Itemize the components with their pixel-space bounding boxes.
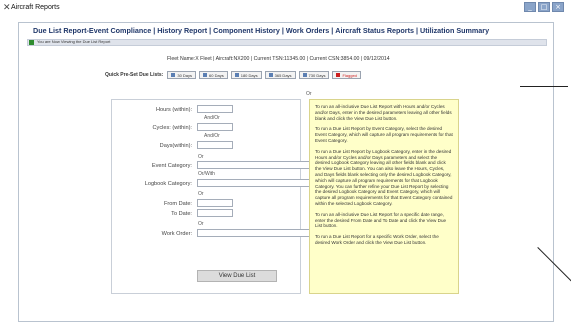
preset-button-label: 30 Days bbox=[177, 72, 193, 78]
preset-365-days-button[interactable]: 365 Days bbox=[264, 71, 296, 79]
preset-730-days-button[interactable]: 730 Days bbox=[298, 71, 330, 79]
nav-separator: | bbox=[209, 25, 212, 35]
help-panel: To run an all-inclusive Due List Report … bbox=[309, 99, 459, 294]
andor-text: And/Or bbox=[204, 115, 220, 121]
report-nav: Due List Report-Event Compliance | Histo… bbox=[19, 23, 553, 37]
callout-line bbox=[520, 86, 568, 87]
view-due-list-button[interactable]: View Due List bbox=[197, 270, 277, 282]
help-paragraph: To run an all-inclusive Due List Report … bbox=[315, 211, 447, 229]
help-paragraph: To run an all-inclusive Due List Report … bbox=[315, 104, 452, 121]
days-label: Days(within): bbox=[159, 143, 192, 149]
status-icon bbox=[29, 40, 34, 45]
preset-button-label: Flagged bbox=[342, 72, 357, 78]
report-frame: Due List Report-Event Compliance | Histo… bbox=[18, 22, 554, 322]
preset-label: Quick Pre-Set Due Lists: bbox=[105, 72, 164, 78]
preset-button-label: 180 Days bbox=[240, 72, 258, 78]
work-order-label: Work Order: bbox=[161, 231, 192, 237]
preset-row: Quick Pre-Set Due Lists: 30 Days 60 Days… bbox=[105, 70, 364, 80]
filter-form: Hours (within): And/Or Cycles: (within):… bbox=[111, 99, 323, 294]
nav-separator: | bbox=[415, 25, 418, 35]
window-close-button[interactable]: × bbox=[552, 2, 564, 12]
minimize-button[interactable]: _ bbox=[524, 2, 536, 12]
or-text: Or bbox=[198, 191, 204, 197]
preset-30-days-button[interactable]: 30 Days bbox=[167, 71, 197, 79]
or-text: Or bbox=[198, 154, 204, 160]
hours-input[interactable] bbox=[197, 105, 233, 113]
calendar-icon bbox=[171, 73, 176, 77]
help-paragraph: To run a Due List Report for a specific … bbox=[315, 234, 439, 245]
preset-button-label: 365 Days bbox=[274, 72, 292, 78]
tab-history-report[interactable]: History Report bbox=[157, 26, 207, 35]
preset-button-label: 730 Days bbox=[308, 72, 326, 78]
to-date-input[interactable] bbox=[197, 209, 233, 217]
calendar-icon bbox=[203, 73, 208, 77]
logbook-category-select[interactable]: ▾ bbox=[197, 179, 323, 187]
cycles-input[interactable] bbox=[197, 123, 233, 131]
days-input[interactable] bbox=[197, 141, 233, 149]
logbook-category-label: Logbook Category: bbox=[144, 181, 192, 187]
calendar-icon bbox=[268, 73, 273, 77]
event-category-select[interactable]: ▾ bbox=[197, 161, 323, 169]
maximize-button[interactable]: □ bbox=[538, 2, 550, 12]
or-divider: Or bbox=[306, 91, 312, 97]
from-date-input[interactable] bbox=[197, 199, 233, 207]
orwith-text: Or/With bbox=[198, 171, 215, 177]
window-title: Aircraft Reports bbox=[11, 4, 60, 11]
help-paragraph: To run a Due List Report by Logbook Cate… bbox=[315, 148, 453, 206]
window-controls: _ □ × bbox=[524, 2, 564, 12]
tab-due-list-report[interactable]: Due List Report-Event Compliance bbox=[33, 26, 151, 35]
tab-utilization-summary[interactable]: Utilization Summary bbox=[420, 26, 489, 35]
tab-component-history[interactable]: Component History bbox=[213, 26, 280, 35]
help-paragraph: To run a Due List Report by Event Catego… bbox=[315, 126, 453, 143]
from-date-label: From Date: bbox=[164, 201, 192, 207]
fleet-info: Fleet Name:X Fleet | Aircraft:NX200 | Cu… bbox=[167, 56, 390, 62]
preset-60-days-button[interactable]: 60 Days bbox=[199, 71, 228, 79]
hours-label: Hours (within): bbox=[155, 107, 192, 113]
or-text: Or bbox=[198, 221, 204, 227]
nav-separator: | bbox=[281, 25, 284, 35]
tab-aircraft-status-reports[interactable]: Aircraft Status Reports bbox=[335, 26, 414, 35]
tab-work-orders[interactable]: Work Orders bbox=[286, 26, 329, 35]
event-category-label: Event Category: bbox=[151, 163, 192, 169]
flag-icon bbox=[336, 73, 341, 77]
viewing-banner: You are Now Viewing the Due List Report bbox=[27, 39, 547, 46]
andor-text: And/Or bbox=[204, 133, 220, 139]
preset-button-label: 60 Days bbox=[209, 72, 224, 78]
to-date-label: To Date: bbox=[171, 211, 192, 217]
work-order-select[interactable]: ▾ bbox=[197, 229, 323, 237]
nav-separator: | bbox=[153, 25, 156, 35]
nav-separator: | bbox=[331, 25, 334, 35]
preset-flagged-button[interactable]: Flagged bbox=[332, 71, 361, 79]
calendar-icon bbox=[234, 73, 239, 77]
close-icon[interactable]: ✕ bbox=[3, 3, 11, 13]
preset-180-days-button[interactable]: 180 Days bbox=[230, 71, 262, 79]
calendar-icon bbox=[302, 73, 307, 77]
cycles-label: Cycles: (within): bbox=[152, 125, 192, 131]
window-titlebar: ✕ Aircraft Reports _ □ × bbox=[0, 0, 571, 22]
viewing-text: You are Now Viewing the Due List Report bbox=[37, 39, 111, 44]
